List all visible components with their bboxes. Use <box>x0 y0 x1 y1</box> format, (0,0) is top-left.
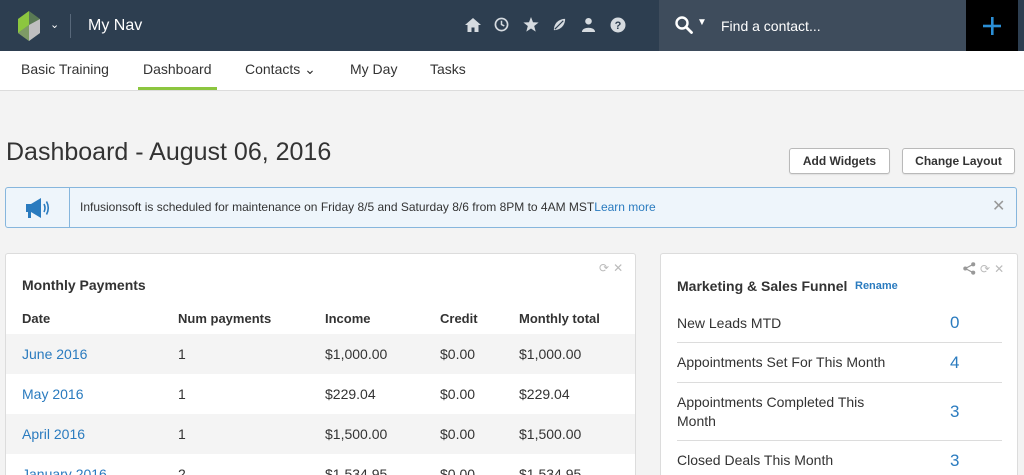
column-header-income: Income <box>325 310 371 326</box>
alert-message: Infusionsoft is scheduled for maintenanc… <box>80 200 656 214</box>
funnel-metric-value[interactable]: 4 <box>950 353 959 373</box>
date-link[interactable]: January 2016 <box>22 466 107 475</box>
infusionsoft-logo-icon[interactable] <box>18 11 40 41</box>
column-header-date: Date <box>22 310 51 326</box>
credit-cell: $0.00 <box>440 466 476 475</box>
funnel-widget-controls: ⟳ ✕ <box>963 262 1004 275</box>
svg-text:?: ? <box>614 20 621 32</box>
funnel-metric-value[interactable]: 3 <box>950 451 959 471</box>
refresh-icon[interactable]: ⟳ <box>980 263 990 275</box>
page-title: Dashboard - August 06, 2016 <box>6 138 332 166</box>
income-cell: $1,000.00 <box>325 334 440 374</box>
app-menu-caret-icon[interactable]: ⌄ <box>50 18 59 31</box>
credit-cell: $0.00 <box>440 334 519 374</box>
contact-search-input[interactable] <box>721 13 951 39</box>
funnel-metric-label: Closed Deals This Month <box>677 452 834 468</box>
num-payments-cell: 2 <box>178 466 186 475</box>
date-link[interactable]: May 2016 <box>22 386 83 402</box>
monthly-total-cell: $1,500.00 <box>519 414 635 454</box>
search-icon[interactable] <box>675 16 693 34</box>
monthly-total-cell: $1,000.00 <box>519 334 635 374</box>
list-item: New Leads MTD 0 <box>677 304 1002 343</box>
topbar-edge <box>1018 0 1024 51</box>
alert-close-icon[interactable]: ✕ <box>992 199 1005 215</box>
share-icon[interactable] <box>963 262 976 275</box>
num-payments-cell: 1 <box>178 334 325 374</box>
plus-icon <box>983 16 1001 35</box>
nav-tasks[interactable]: Tasks <box>430 61 466 77</box>
table-row: June 2016 1 $1,000.00 $0.00 $1,000.00 <box>6 334 635 374</box>
table-row: April 2016 1 $1,500.00 $0.00 $1,500.00 <box>6 414 635 454</box>
nav-basic-training[interactable]: Basic Training <box>21 61 109 77</box>
column-header-credit: Credit <box>440 310 478 326</box>
alert-icon-box <box>6 188 70 227</box>
table-row: January 2016 2 $1,534.95 $0.00 $1,534.95 <box>6 454 635 475</box>
maintenance-alert: Infusionsoft is scheduled for maintenanc… <box>5 187 1017 228</box>
help-icon[interactable]: ? <box>609 16 626 33</box>
date-link[interactable]: April 2016 <box>22 426 85 442</box>
marketing-sales-funnel-widget: ⟳ ✕ Marketing & Sales Funnel Rename New … <box>660 253 1018 475</box>
star-icon[interactable] <box>522 16 539 33</box>
topbar-icon-group: ? <box>464 16 626 33</box>
payments-table: Date Num payments Income Credit Monthly … <box>6 302 635 475</box>
secondary-navigation: Basic Training Dashboard Contacts ⌄ My D… <box>0 51 1024 91</box>
payments-widget-title: Monthly Payments <box>22 277 146 293</box>
home-icon[interactable] <box>464 16 481 33</box>
funnel-metric-label: Appointments Set For This Month <box>677 354 886 370</box>
change-layout-button[interactable]: Change Layout <box>902 148 1015 174</box>
add-widgets-button[interactable]: Add Widgets <box>789 148 890 174</box>
search-type-caret-icon[interactable]: ▼ <box>697 17 707 28</box>
nav-my-day[interactable]: My Day <box>350 61 397 77</box>
alert-message-text: Infusionsoft is scheduled for maintenanc… <box>80 200 595 214</box>
funnel-metric-value[interactable]: 0 <box>950 313 959 333</box>
monthly-total-cell: $229.04 <box>519 386 570 402</box>
funnel-metric-label: New Leads MTD <box>677 314 782 331</box>
funnel-metric-label: Appointments Completed This Month <box>677 393 865 429</box>
list-item: Appointments Completed This Month 3 <box>677 383 1002 441</box>
income-cell: $229.04 <box>325 386 376 402</box>
funnel-list: New Leads MTD 0 Appointments Set For Thi… <box>677 304 1002 475</box>
date-link[interactable]: June 2016 <box>22 346 87 362</box>
income-cell: $1,500.00 <box>325 414 440 454</box>
income-cell: $1,534.95 <box>325 466 388 475</box>
quick-add-button[interactable] <box>966 0 1018 51</box>
list-item: Closed Deals This Month 3 <box>677 441 1002 475</box>
funnel-widget-title: Marketing & Sales Funnel <box>677 278 848 294</box>
num-payments-cell: 1 <box>178 386 186 402</box>
credit-cell: $0.00 <box>440 414 519 454</box>
column-header-num-payments: Num payments <box>178 310 272 326</box>
nav-contacts[interactable]: Contacts ⌄ <box>245 61 316 78</box>
payments-header-row: Date Num payments Income Credit Monthly … <box>6 302 635 334</box>
list-item: Appointments Set For This Month 4 <box>677 343 1002 383</box>
person-icon[interactable] <box>580 16 597 33</box>
megaphone-icon <box>25 197 49 218</box>
leaf-icon[interactable] <box>551 16 568 33</box>
payments-widget-controls: ⟳ ✕ <box>599 262 623 274</box>
top-navigation-bar: ⌄ My Nav ? ▼ <box>0 0 1024 51</box>
topbar-divider <box>70 14 71 38</box>
contact-search-area: ▼ <box>659 0 966 51</box>
learn-more-link[interactable]: Learn more <box>594 200 655 214</box>
table-row: May 2016 1 $229.04 $0.00 $229.04 <box>6 374 635 414</box>
monthly-total-cell: $1,534.95 <box>519 466 582 475</box>
close-icon[interactable]: ✕ <box>613 262 623 274</box>
funnel-metric-value[interactable]: 3 <box>950 402 959 422</box>
close-icon[interactable]: ✕ <box>994 263 1004 275</box>
num-payments-cell: 1 <box>178 414 325 454</box>
refresh-icon[interactable]: ⟳ <box>599 262 609 274</box>
clock-icon[interactable] <box>493 16 510 33</box>
column-header-monthly-total: Monthly total <box>519 310 600 326</box>
app-title[interactable]: My Nav <box>88 17 142 35</box>
nav-dashboard[interactable]: Dashboard <box>138 61 216 90</box>
credit-cell: $0.00 <box>440 386 476 402</box>
rename-link[interactable]: Rename <box>855 280 898 292</box>
monthly-payments-widget: ⟳ ✕ Monthly Payments Date Num payments I… <box>5 253 636 475</box>
